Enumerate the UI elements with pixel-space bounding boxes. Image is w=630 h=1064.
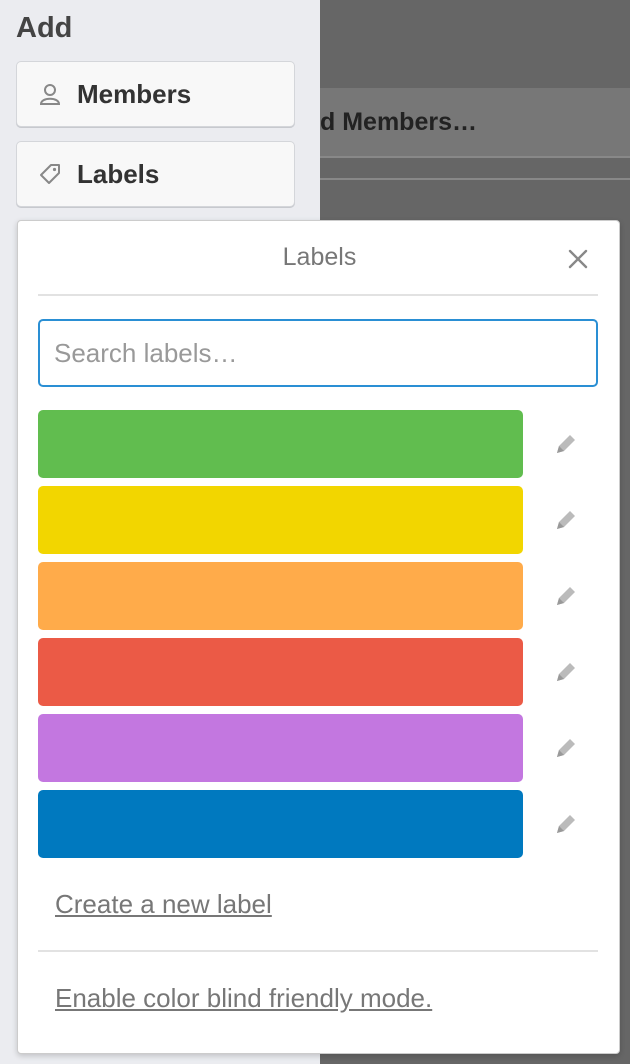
pencil-icon[interactable] <box>553 583 579 609</box>
label-swatch-purple[interactable] <box>38 714 523 782</box>
popover-title: Labels <box>282 243 357 271</box>
pencil-icon[interactable] <box>553 507 579 533</box>
label-swatch-yellow[interactable] <box>38 486 523 554</box>
label-swatch-red[interactable] <box>38 638 523 706</box>
label-row <box>38 790 603 858</box>
background-card-title: d Members… <box>320 108 477 136</box>
label-row <box>38 638 603 706</box>
pencil-icon[interactable] <box>553 431 579 457</box>
tag-icon <box>39 163 61 185</box>
popover-footer-divider <box>38 950 598 952</box>
add-heading: Add <box>16 12 73 44</box>
label-row <box>38 486 603 554</box>
members-button[interactable]: Members <box>16 61 295 127</box>
close-icon[interactable] <box>566 247 590 271</box>
popover-header-divider <box>38 294 598 296</box>
members-button-label: Members <box>77 78 192 109</box>
search-labels-input[interactable] <box>38 319 598 387</box>
label-row <box>38 410 603 478</box>
label-swatch-orange[interactable] <box>38 562 523 630</box>
labels-button[interactable]: Labels <box>16 141 295 207</box>
label-row <box>38 562 603 630</box>
labels-button-label: Labels <box>77 158 160 189</box>
create-label-link[interactable]: Create a new label <box>55 889 272 920</box>
label-swatch-blue[interactable] <box>38 790 523 858</box>
colorblind-mode-link[interactable]: Enable color blind friendly mode. <box>55 983 432 1014</box>
pencil-icon[interactable] <box>553 659 579 685</box>
pencil-icon[interactable] <box>553 735 579 761</box>
labels-popover: Labels Create a new label Enable color b… <box>17 220 620 1054</box>
person-icon <box>39 83 61 105</box>
label-swatch-green[interactable] <box>38 410 523 478</box>
background-divider <box>320 178 630 180</box>
pencil-icon[interactable] <box>553 811 579 837</box>
label-row <box>38 714 603 782</box>
